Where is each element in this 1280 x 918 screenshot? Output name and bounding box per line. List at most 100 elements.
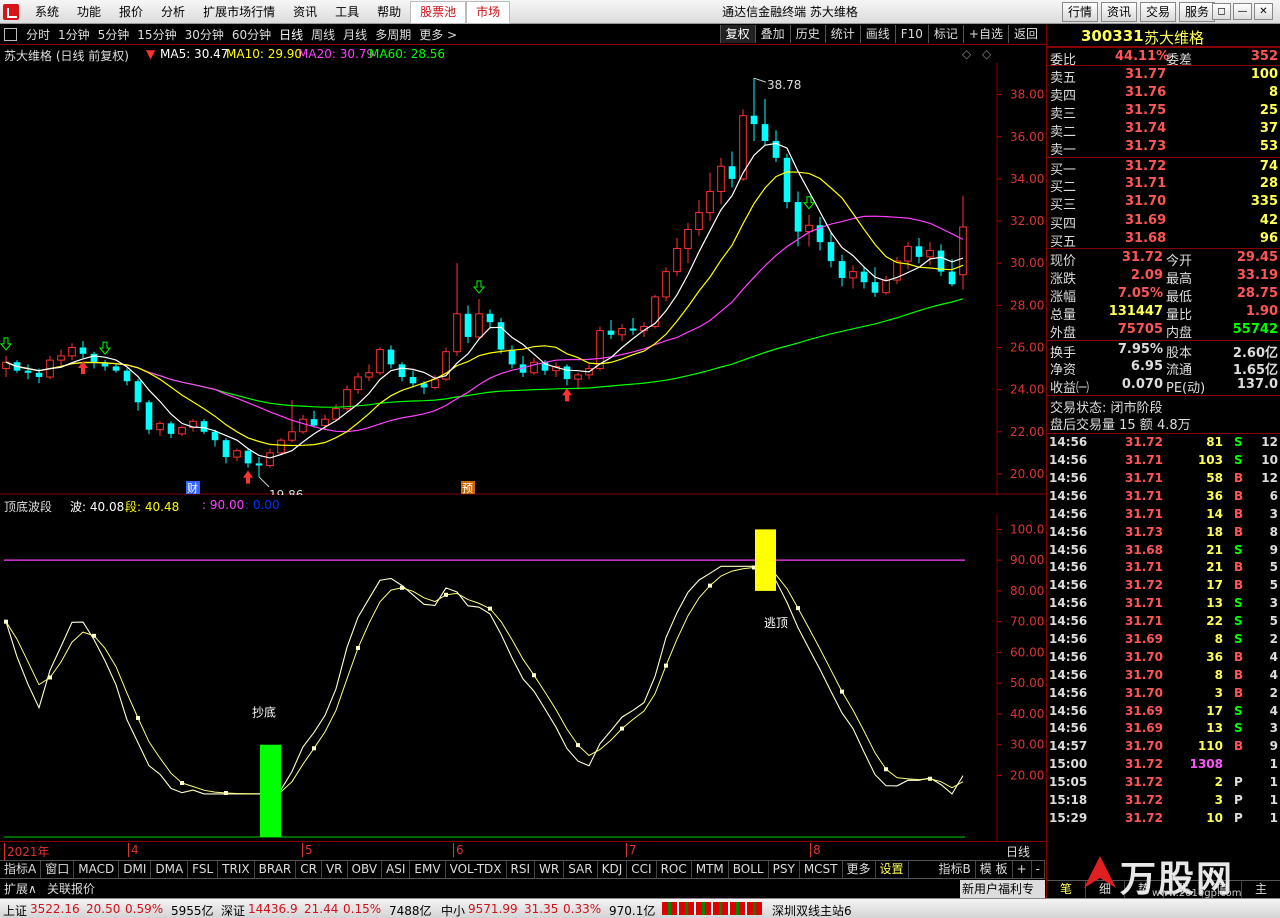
menu-item[interactable]: 帮助: [368, 0, 410, 24]
menu-item[interactable]: 功能: [68, 0, 110, 24]
candle-body: [948, 271, 956, 285]
indicator-tab[interactable]: MTM: [692, 861, 729, 878]
order-book-row[interactable]: 买一 31.72 74: [1047, 156, 1280, 178]
menu-item[interactable]: 工具: [326, 0, 368, 24]
indicator-tab[interactable]: RSI: [507, 861, 536, 878]
index-quote[interactable]: 上证: [3, 902, 27, 918]
indicator-tab[interactable]: OBV: [348, 861, 383, 878]
indicator-tab[interactable]: BOLL: [729, 861, 769, 878]
indicator-tab[interactable]: FSL: [188, 861, 219, 878]
order-book-row[interactable]: 卖二 31.74 37: [1047, 120, 1280, 140]
indicator-tab[interactable]: VR: [322, 861, 348, 878]
indicator-tab[interactable]: VOL-TDX: [446, 861, 507, 878]
indicator-tab[interactable]: MACD: [74, 861, 120, 878]
close-icon[interactable]: ✕: [1254, 3, 1273, 20]
indicator-tab-right[interactable]: +: [1013, 861, 1032, 878]
right-panel-tab[interactable]: 笔: [1047, 881, 1086, 898]
order-book-row[interactable]: 买四 31.69 42: [1047, 212, 1280, 232]
right-panel-tab[interactable]: 值: [1203, 881, 1242, 898]
top-button[interactable]: 交易: [1140, 2, 1177, 22]
order-book-row[interactable]: 买二 31.71 28: [1047, 175, 1280, 195]
order-book-row[interactable]: 卖一 31.73 53: [1047, 138, 1280, 158]
order-book-price: 31.72: [1125, 158, 1167, 174]
menu-item[interactable]: 系统: [26, 0, 68, 24]
menu-item[interactable]: 扩展市场行情: [194, 0, 284, 24]
timeframe-tab[interactable]: 1分钟: [54, 25, 94, 45]
indicator-tab[interactable]: MCST: [800, 861, 843, 878]
timeframe-tab[interactable]: 30分钟: [181, 25, 228, 45]
indicator-chart[interactable]: 20.00 30.00 40.00 50.00 60.00 70.00 80.00 90.00…: [0, 514, 1045, 841]
indicator-tab[interactable]: 更多: [843, 861, 876, 878]
timeframe-tab[interactable]: 月线: [339, 25, 371, 45]
chart-tool-button[interactable]: F10: [894, 25, 928, 43]
right-panel-tab[interactable]: 联: [1164, 881, 1203, 898]
indicator-tab[interactable]: WR: [535, 861, 565, 878]
indicator-tab[interactable]: DMA: [151, 861, 189, 878]
diamond-icon[interactable]: ◇: [982, 47, 991, 61]
timeframe-tab[interactable]: 5分钟: [94, 25, 134, 45]
server-name[interactable]: 深圳双线主站6: [772, 902, 852, 918]
indicator-tab[interactable]: KDJ: [598, 861, 628, 878]
order-book-row[interactable]: 卖四 31.76 8: [1047, 84, 1280, 104]
timeframe-tab[interactable]: 60分钟: [228, 25, 275, 45]
indicator-tab[interactable]: 指标A: [0, 861, 42, 878]
indicator-tab-right[interactable]: 模 板: [976, 861, 1013, 878]
timeframe-tab[interactable]: 周线: [307, 25, 339, 45]
timeframe-tab[interactable]: 分时: [22, 25, 54, 45]
chart-tool-button[interactable]: 复权: [719, 25, 755, 43]
index-quote[interactable]: 深证: [221, 902, 245, 918]
toolbar-square-icon[interactable]: [4, 28, 17, 41]
related-quote[interactable]: 关联报价: [47, 880, 95, 897]
chart-tool-button[interactable]: 历史: [789, 25, 825, 43]
indicator-tab[interactable]: EMV: [410, 861, 446, 878]
chart-tool-button[interactable]: 画线: [859, 25, 895, 43]
indicator-tab[interactable]: 窗口: [41, 861, 75, 878]
timeframe-tab[interactable]: 日线: [275, 25, 307, 45]
order-book-row[interactable]: 买三 31.70 335: [1047, 193, 1280, 213]
timeframe-tab[interactable]: 更多 >: [415, 25, 461, 45]
indicator-tab[interactable]: 设置: [876, 861, 909, 878]
expand-toggle[interactable]: 扩展∧: [4, 880, 37, 897]
order-book-row[interactable]: 买五 31.68 96: [1047, 230, 1280, 250]
indicator-tab[interactable]: CCI: [627, 861, 657, 878]
right-panel-tab[interactable]: 势: [1125, 881, 1164, 898]
chart-tool-button[interactable]: 统计: [824, 25, 860, 43]
indicator-tab[interactable]: DMI: [119, 861, 152, 878]
indicator-tab[interactable]: CR: [296, 861, 322, 878]
chart-tool-button[interactable]: +自选: [962, 25, 1008, 43]
order-book-row[interactable]: 卖三 31.75 25: [1047, 102, 1280, 122]
chart-tool-button[interactable]: 叠加: [754, 25, 790, 43]
top-button[interactable]: 行情: [1062, 2, 1099, 22]
candlestick-chart[interactable]: 20.00 22.00 24.00 26.00 28.00 30.00 32.00 34.00…: [0, 63, 1045, 495]
top-button[interactable]: 服务: [1179, 2, 1216, 22]
index-quote[interactable]: 中小: [441, 902, 465, 918]
top-button[interactable]: 资讯: [1101, 2, 1138, 22]
indicator-tab[interactable]: PSY: [769, 861, 800, 878]
right-panel-tab[interactable]: 主: [1242, 881, 1280, 898]
indicator-tab[interactable]: SAR: [564, 861, 598, 878]
indicator-tab-right[interactable]: -: [1032, 861, 1045, 878]
indicator-tab[interactable]: BRAR: [255, 861, 297, 878]
chart-tool-button[interactable]: 返回: [1007, 25, 1043, 43]
tick-list[interactable]: 14:56 31.72 81 S 12 14:56 31.71 103 S 10 14:56 31.7…: [1047, 433, 1280, 828]
tick-price: 31.71: [1125, 560, 1163, 575]
diamond-icon[interactable]: ◇: [962, 47, 971, 61]
menu-item[interactable]: 资讯: [284, 0, 326, 24]
candle-body: [387, 349, 395, 365]
timeframe-tab[interactable]: 多周期: [371, 25, 415, 45]
restore-icon[interactable]: ◻: [1212, 3, 1231, 20]
menu-item[interactable]: 分析: [152, 0, 194, 24]
minimize-icon[interactable]: —: [1233, 3, 1252, 20]
connection-lamp-icon: [662, 902, 762, 915]
menu-item-highlight[interactable]: 市场: [466, 1, 511, 24]
indicator-tab[interactable]: ROC: [657, 861, 692, 878]
chart-tool-button[interactable]: 标记: [927, 25, 963, 43]
menu-item-highlight[interactable]: 股票池: [410, 1, 467, 24]
order-book-row[interactable]: 卖五 31.77 100: [1047, 65, 1280, 86]
indicator-tab-right[interactable]: 指标B: [935, 861, 976, 878]
timeframe-tab[interactable]: 15分钟: [133, 25, 180, 45]
indicator-tab[interactable]: ASI: [382, 861, 411, 878]
right-panel-tab[interactable]: 细: [1086, 881, 1125, 898]
indicator-tab[interactable]: TRIX: [218, 861, 255, 878]
menu-item[interactable]: 报价: [110, 0, 152, 24]
